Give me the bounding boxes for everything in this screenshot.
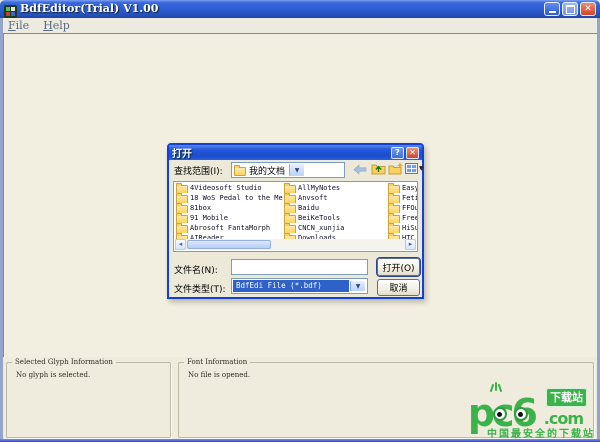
dialog-body: 查找范围(I): 我的文档 ▼ ▼ 4Videosoft Stud [169,160,422,297]
window-title: BdfEditor(Trial) V1.00 [20,0,158,18]
dialog-controls: ? ✕ [391,147,419,159]
new-folder-button[interactable] [388,162,403,175]
views-icon [405,163,418,174]
back-button[interactable] [353,164,367,175]
folder-icon [284,185,296,194]
folder-icon [176,185,188,194]
font-information-group: Font Information No file is opened. [178,362,594,438]
selected-glyph-group: Selected Glyph Information No glyph is s… [6,362,171,438]
list-item[interactable]: CNCN_xunjia [284,223,387,233]
file-name-label: 文件名(N): [174,263,218,276]
folder-icon [176,205,188,214]
folder-icon [176,195,188,204]
question-icon: ? [395,148,400,157]
open-dialog: 打开 ? ✕ 查找范围(I): 我的文档 ▼ [167,143,424,299]
window-controls: ✕ [544,2,596,16]
folder-icon [284,205,296,214]
list-item[interactable]: 81box [176,203,283,213]
dropdown-arrow-icon[interactable]: ▼ [350,281,365,291]
open-button[interactable]: 打开(O) [377,258,420,276]
dropdown-arrow-icon: ▼ [419,165,424,172]
folder-icon [388,195,400,204]
back-arrow-icon [353,164,367,175]
list-item[interactable]: Anvsoft [284,193,387,203]
folder-icon [176,225,188,234]
list-item[interactable]: HiSuite [388,223,418,233]
file-list-column: Easy Wa Fetion FFOutpu Freemak HiSuite H… [388,183,418,239]
list-item[interactable]: Freemak [388,213,418,223]
dialog-title: 打开 [172,145,192,160]
scrollbar-thumb[interactable] [187,240,271,249]
close-icon: ✕ [584,5,592,14]
new-folder-icon [388,162,403,175]
close-button[interactable]: ✕ [580,2,596,16]
info-panels: Selected Glyph Information No glyph is s… [3,357,597,439]
folder-icon [284,215,296,224]
list-item[interactable]: Abrosoft FantaMorph [176,223,283,233]
titlebar[interactable]: BdfEditor(Trial) V1.00 ✕ [0,0,600,18]
menu-file[interactable]: File [8,19,29,32]
list-item[interactable]: BeiKeTools [284,213,387,223]
look-in-label: 查找范围(I): [174,164,223,177]
close-icon: ✕ [409,148,416,157]
scroll-left-button[interactable]: ◂ [175,239,186,250]
glyph-status-text: No glyph is selected. [16,371,90,379]
file-type-value: BdfEdi File (*.bdf) [233,280,349,292]
minimize-button[interactable] [544,2,560,16]
app-icon [4,3,17,16]
up-one-level-button[interactable] [371,162,386,175]
file-list: 4Videosoft Studio 18 WoS Pedal to the Me… [173,181,418,252]
list-item[interactable]: AllMyNotes [284,183,387,193]
chevron-left-icon: ◂ [179,240,183,248]
dialog-close-button[interactable]: ✕ [406,147,419,159]
menu-help[interactable]: Help [43,19,70,32]
list-item[interactable]: 91 Mobile [176,213,283,223]
list-item[interactable]: 18 WoS Pedal to the Metal [176,193,283,203]
file-type-combobox[interactable]: BdfEdi File (*.bdf) ▼ [231,278,368,294]
file-list-column: 4Videosoft Studio 18 WoS Pedal to the Me… [176,183,283,239]
menubar: File Help [3,18,597,33]
maximize-icon [566,5,575,14]
group-title: Selected Glyph Information [12,358,116,366]
folder-icon [284,195,296,204]
horizontal-scrollbar[interactable]: ◂ ▸ [175,239,416,250]
folder-icon [388,205,400,214]
font-status-text: No file is opened. [188,371,250,379]
list-item[interactable]: Easy Wa [388,183,418,193]
views-button[interactable]: ▼ [405,163,424,174]
bdfeditor-window: BdfEditor(Trial) V1.00 ✕ File Help Selec… [0,0,600,442]
list-item[interactable]: FFOutpu [388,203,418,213]
minimize-icon [549,11,556,13]
help-button[interactable]: ? [391,147,404,159]
maximize-button[interactable] [562,2,578,16]
folder-icon [388,225,400,234]
up-folder-icon [371,162,386,175]
group-title: Font Information [184,358,250,366]
cancel-button[interactable]: 取消 [377,279,420,296]
list-item[interactable]: Baidu [284,203,387,213]
file-type-label: 文件类型(T): [174,282,226,295]
look-in-value: 我的文档 [249,164,285,177]
scroll-right-button[interactable]: ▸ [405,239,416,250]
dropdown-arrow-icon[interactable]: ▼ [289,164,304,176]
folder-icon [388,185,400,194]
list-item[interactable]: 4Videosoft Studio [176,183,283,193]
folder-icon [234,167,246,176]
window-border-left [0,18,3,442]
file-list-column: AllMyNotes Anvsoft Baidu BeiKeTools CNCN… [284,183,387,239]
dialog-titlebar[interactable]: 打开 ? ✕ [169,145,422,160]
chevron-right-icon: ▸ [409,240,413,248]
look-in-combobox[interactable]: 我的文档 ▼ [231,162,345,178]
folder-icon [176,215,188,224]
folder-icon [388,215,400,224]
file-name-input[interactable] [231,259,368,275]
folder-icon [284,225,296,234]
list-item[interactable]: Fetion [388,193,418,203]
